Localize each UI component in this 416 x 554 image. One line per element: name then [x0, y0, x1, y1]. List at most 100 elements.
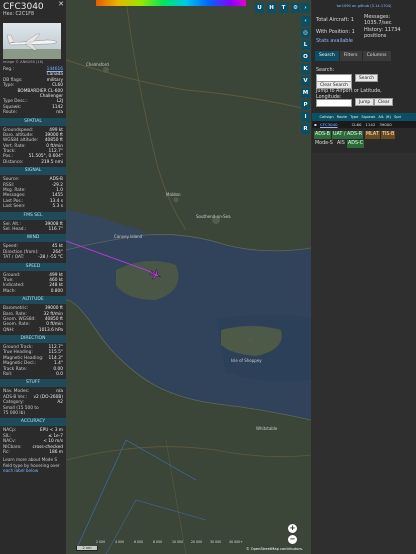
section-row: Mach: 0.800 — [0, 289, 66, 294]
col-callsign[interactable]: Callsign — [318, 113, 335, 121]
detail-key: Type: — [3, 83, 15, 89]
osm-link[interactable]: OpenStreetMap — [251, 547, 279, 551]
legend-mlat: MLAT — [365, 131, 380, 139]
detail-key: Reg.: — [3, 67, 14, 72]
section-header[interactable]: ACCURACY — [0, 418, 66, 427]
field-value: A2 — [57, 400, 63, 406]
section-row: Distance: 219.5 nmi — [0, 160, 66, 165]
jump-button[interactable]: Jump — [355, 98, 375, 106]
settings-gear-icon[interactable]: ⚙ — [291, 3, 300, 13]
field-value: 1013.6 hPa — [38, 327, 63, 333]
legend-adsb: ADS-B — [314, 131, 331, 139]
attribution-suffix: contributors. — [278, 547, 303, 551]
tab-columns[interactable]: Columns — [362, 51, 391, 61]
map-side-button-o[interactable]: O — [301, 52, 310, 62]
map-side-button-v[interactable]: V — [301, 76, 310, 86]
row-spd — [394, 121, 398, 128]
field-label: Roll: — [3, 372, 13, 378]
col-squawk[interactable]: Squawk — [360, 113, 377, 121]
messages-rate: Messages: 1035.7/sec — [364, 14, 392, 26]
field-label: Sel. Head.: — [3, 226, 27, 232]
map-side-button-i[interactable]: I — [301, 112, 310, 122]
altitude-label: 10 000 — [172, 540, 184, 544]
repo-link[interactable]: tar1090 on github (3.14.1704) — [312, 4, 416, 8]
section-header[interactable]: ALTITUDE — [0, 296, 66, 305]
collapse-panel-icon[interactable]: › — [301, 3, 310, 13]
detail-key: Route: — [3, 110, 17, 116]
learn-more-line-1: Learn more about Mode S — [3, 457, 58, 463]
col-type[interactable]: Type — [349, 113, 360, 121]
detail-row: Route: n/a — [0, 110, 66, 115]
field-label: Last Seen: — [3, 204, 26, 210]
section-row: Sel. Head.: 116.7° — [0, 227, 66, 232]
field-value: 219.5 nmi — [41, 159, 63, 165]
learn-more-text: Learn more about Mode S field type by ho… — [0, 455, 66, 475]
learn-more-link[interactable]: each label below — [3, 468, 38, 473]
section-header[interactable]: WIND — [0, 234, 66, 243]
place-label: Whitstable — [256, 426, 278, 431]
section-header[interactable]: FMS SEL — [0, 211, 66, 220]
field-label: 75 000 lb) — [3, 410, 25, 416]
place-label: Southend-on-Sea — [196, 214, 231, 219]
search-button[interactable]: Search — [355, 74, 379, 82]
table-row[interactable]: ▪ CFC3040 CL60 1142 39000 — [312, 121, 416, 128]
table-header: Callsign Route Type Squawk Alt. (ft) Spd — [312, 113, 416, 121]
close-icon[interactable]: ✕ — [58, 0, 64, 8]
legend-ais: AIS — [337, 141, 345, 146]
zoom-in-button[interactable]: + — [288, 524, 297, 533]
section-row: 75 000 lb) — [0, 411, 66, 416]
map-view[interactable]: Chelmsford Maldon Southend-on-Sea Canvey… — [66, 0, 311, 554]
row-type: CL60 — [351, 122, 362, 127]
map-side-button-r[interactable]: R — [301, 124, 310, 134]
col-route[interactable]: Route — [335, 113, 348, 121]
section-header[interactable]: SPEED — [0, 262, 66, 271]
field-label: QNH: — [3, 327, 15, 333]
map-button-t[interactable]: T — [279, 3, 288, 13]
stats-available-link[interactable]: Stats available — [316, 38, 353, 44]
info-header: CFC3040 Hex: C2C1F8 ✕ — [0, 0, 66, 20]
center-map-icon[interactable]: ◎ — [301, 28, 310, 38]
panel-tabs: Search Filters Columns — [315, 51, 391, 61]
row-callsign[interactable]: CFC3040 — [318, 121, 340, 128]
back-arrow-icon[interactable]: ‹ — [301, 16, 310, 26]
row-route — [340, 121, 350, 128]
map-side-button-m[interactable]: M — [301, 88, 310, 98]
altitude-label: 8 000 — [153, 540, 163, 544]
search-label: Search: — [316, 68, 335, 73]
section-header[interactable]: DIRECTION — [0, 335, 66, 344]
tab-filters[interactable]: Filters — [339, 51, 362, 61]
row-squawk: 1142 — [365, 122, 376, 127]
place-label: Isle of Sheppey — [231, 358, 262, 363]
tab-search[interactable]: Search — [315, 51, 339, 61]
right-panel: tar1090 on github (3.14.1704) Total Airc… — [312, 0, 416, 554]
section-header[interactable]: SPATIAL — [0, 117, 66, 126]
aircraft-photo[interactable] — [3, 23, 61, 59]
section-row: Roll: 0.0 — [0, 372, 66, 377]
zoom-out-button[interactable]: − — [288, 535, 297, 544]
map-side-button-p[interactable]: P — [301, 100, 310, 110]
field-value: 0.800 — [50, 288, 63, 294]
legend-uat: UAT / ADS-R — [332, 131, 364, 139]
section-header[interactable]: STUFF — [0, 379, 66, 388]
with-position: With Position: 1 — [316, 29, 355, 35]
jet-photo-icon — [3, 33, 61, 59]
field-value: 5.3 s — [52, 204, 63, 210]
aircraft-callsign: CFC3040 — [3, 2, 44, 12]
altitude-label: 6 000 — [134, 540, 144, 544]
map-button-u[interactable]: U — [255, 3, 264, 13]
aircraft-sections: SPATIAL Groundspeed: 499 kt Baro. altitude:… — [0, 117, 66, 456]
clear-search-button[interactable]: Clear Search — [316, 81, 352, 89]
photo-credit: Image © ANKUS8 (16) — [3, 60, 44, 64]
col-spd[interactable]: Spd — [393, 113, 403, 121]
legend-tisb: TIS-B — [381, 131, 396, 139]
map-button-h[interactable]: H — [267, 3, 276, 13]
col-alt[interactable]: Alt. (ft) — [377, 113, 393, 121]
panel-empty-area — [312, 153, 416, 554]
place-label: Chelmsford — [86, 62, 109, 67]
section-header[interactable]: SIGNAL — [0, 167, 66, 176]
map-side-button-k[interactable]: K — [301, 64, 310, 74]
clear-button[interactable]: Clear — [374, 98, 394, 106]
field-label: Distance: — [3, 159, 24, 165]
jump-input[interactable] — [316, 99, 352, 107]
map-side-button-l[interactable]: L — [301, 40, 310, 50]
